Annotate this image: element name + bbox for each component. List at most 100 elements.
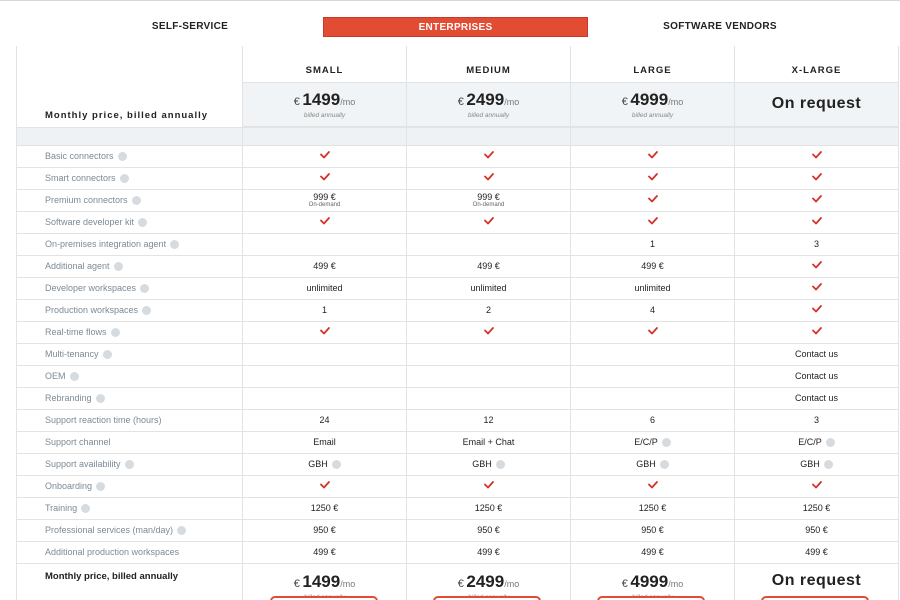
feature-value-cell: 1250 € — [242, 497, 407, 520]
info-icon[interactable] — [823, 460, 833, 470]
feature-value-cell: 950 € — [242, 519, 407, 542]
info-icon[interactable] — [96, 482, 106, 492]
price-currency: € — [293, 95, 300, 108]
info-icon[interactable] — [131, 196, 141, 206]
feature-value-cell — [406, 387, 571, 410]
feature-label: OEM — [45, 370, 66, 381]
feature-value-cell — [406, 365, 571, 388]
price-display: € 2499/mo — [407, 572, 570, 592]
info-icon[interactable] — [142, 306, 152, 316]
check-icon — [319, 481, 330, 489]
feature-label-cell: Professional services (man/day) — [16, 519, 243, 542]
price-cell-x-large: On request — [734, 563, 899, 600]
feature-label: Premium connectors — [45, 194, 128, 205]
check-icon — [647, 195, 658, 203]
feature-value: 12 — [483, 415, 494, 425]
subscribe-button-large[interactable] — [597, 596, 705, 600]
feature-label-cell: Rebranding — [16, 387, 243, 410]
feature-value-cell — [734, 167, 899, 190]
check-icon — [811, 217, 822, 225]
feature-value-cell: Contact us — [734, 365, 899, 388]
feature-value: 999 € On-demand — [243, 192, 406, 208]
feature-value-cell — [242, 343, 407, 366]
feature-value-cell — [406, 211, 571, 234]
info-icon[interactable] — [117, 152, 127, 162]
feature-value-cell — [242, 475, 407, 498]
tab-enterprises[interactable]: ENTERPRISES — [323, 17, 588, 37]
feature-value: 950 € — [477, 525, 500, 535]
info-icon[interactable] — [113, 262, 123, 272]
contact-button-xlarge[interactable] — [761, 596, 869, 600]
info-icon[interactable] — [81, 504, 91, 514]
feature-value: 499 € — [641, 547, 664, 557]
feature-value-cell: 2 — [406, 299, 571, 322]
grey-band-row — [16, 127, 899, 146]
info-icon[interactable] — [140, 284, 150, 294]
info-icon[interactable] — [110, 328, 120, 338]
subscribe-button-medium[interactable] — [433, 596, 541, 600]
feature-row-support-reaction-time-hours: Support reaction time (hours) 24 12 6 3 — [16, 409, 899, 432]
feature-label: Rebranding — [45, 392, 92, 403]
feature-label: Additional production workspaces — [45, 547, 180, 557]
price-cell-large: € 4999/mobilled annually — [570, 82, 735, 127]
feature-value-cell: 499 € — [570, 541, 735, 564]
check-icon — [647, 481, 658, 489]
feature-value-main: E/C/P — [634, 436, 658, 447]
feature-value: 499 € — [641, 261, 664, 271]
check-icon — [483, 481, 494, 489]
pricing-table: Monthly price, billed annually SMALL MEDIU… — [16, 46, 899, 600]
check-icon — [811, 151, 822, 159]
info-icon[interactable] — [331, 460, 341, 470]
info-icon[interactable] — [95, 394, 105, 404]
info-icon[interactable] — [138, 218, 148, 228]
info-icon[interactable] — [69, 372, 79, 382]
feature-label-cell: Developer workspaces — [16, 277, 243, 300]
feature-value-cell — [406, 233, 571, 256]
feature-row-support-channel: Support channel Email Email + Chat E/C/P E/C… — [16, 431, 899, 454]
check-icon — [811, 327, 822, 335]
tab-self-service[interactable]: SELF-SERVICE — [130, 17, 250, 37]
feature-value: 499 € — [477, 547, 500, 557]
feature-label: Smart connectors — [45, 172, 116, 183]
feature-label: Support availability — [45, 458, 121, 469]
check-icon — [811, 261, 822, 269]
grey-band-cell — [406, 127, 571, 146]
feature-value-cell — [570, 145, 735, 168]
price-amount: 4999 — [630, 89, 669, 109]
info-icon[interactable] — [170, 240, 180, 250]
info-icon[interactable] — [124, 460, 134, 470]
feature-value-cell: Email + Chat — [406, 431, 571, 454]
price-cell-small: € 1499/mobilled annually — [242, 563, 407, 600]
subscribe-button-small[interactable] — [270, 596, 378, 600]
feature-label: Onboarding — [45, 480, 93, 491]
feature-label: Developer workspaces — [45, 282, 137, 293]
info-icon[interactable] — [119, 174, 129, 184]
info-icon[interactable] — [825, 438, 835, 448]
price-period: /mo — [340, 96, 356, 107]
feature-label-cell: Training — [16, 497, 243, 520]
info-icon[interactable] — [661, 438, 671, 448]
feature-row-software-developer-kit: Software developer kit — [16, 211, 899, 234]
feature-value: E/C/P — [735, 437, 898, 448]
feature-value-cell — [570, 343, 735, 366]
feature-value-cell: 3 — [734, 409, 899, 432]
tab-software-vendors[interactable]: SOFTWARE VENDORS — [640, 17, 800, 37]
info-icon[interactable] — [495, 460, 505, 470]
feature-value: unlimited — [306, 283, 343, 293]
feature-value-cell: Email — [242, 431, 407, 454]
info-icon[interactable] — [659, 460, 669, 470]
feature-value-cell — [734, 299, 899, 322]
price-amount: 2499 — [466, 571, 505, 591]
feature-value-cell: 1 — [242, 299, 407, 322]
feature-value-main: 999 € — [477, 192, 500, 202]
feature-value: 24 — [319, 415, 330, 425]
feature-label-cell: Support availability — [16, 453, 243, 476]
feature-value-cell — [242, 321, 407, 344]
feature-value-cell — [570, 321, 735, 344]
feature-value-cell: Contact us — [734, 343, 899, 366]
feature-value-cell — [242, 211, 407, 234]
price-period: /mo — [504, 578, 520, 589]
info-icon[interactable] — [177, 526, 187, 536]
price-currency: € — [293, 577, 300, 590]
info-icon[interactable] — [102, 350, 112, 360]
